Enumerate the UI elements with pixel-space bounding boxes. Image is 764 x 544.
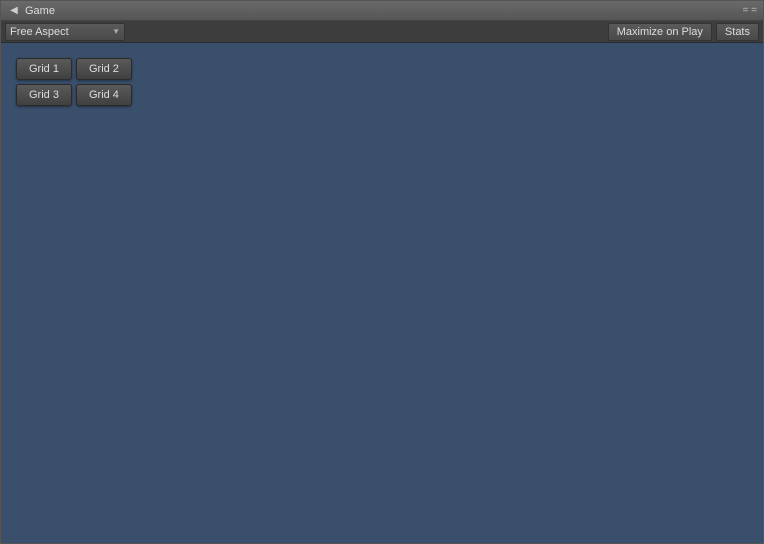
window-title: Game	[25, 5, 743, 17]
grid-4-button[interactable]: Grid 4	[76, 84, 132, 106]
grid-3-button[interactable]: Grid 3	[16, 84, 72, 106]
grid-buttons-container: Grid 1 Grid 2 Grid 3 Grid 4	[16, 58, 132, 106]
title-bar-controls: = =	[743, 5, 757, 16]
stats-button[interactable]: Stats	[716, 23, 759, 41]
unity-game-window: ◀ Game = = Free Aspect ▼ Maximize on Pla…	[0, 0, 764, 544]
aspect-label: Free Aspect	[10, 26, 69, 38]
title-bar: ◀ Game = =	[1, 1, 763, 21]
aspect-dropdown[interactable]: Free Aspect ▼	[5, 23, 125, 41]
window-controls-text: = =	[743, 5, 757, 16]
maximize-label: Maximize on Play	[617, 26, 703, 38]
grid-4-label: Grid 4	[89, 89, 119, 101]
stats-label: Stats	[725, 26, 750, 38]
window-icon: ◀	[7, 4, 21, 18]
toolbar: Free Aspect ▼ Maximize on Play Stats	[1, 21, 763, 43]
grid-1-label: Grid 1	[29, 63, 59, 75]
grid-2-button[interactable]: Grid 2	[76, 58, 132, 80]
grid-2-label: Grid 2	[89, 63, 119, 75]
grid-3-label: Grid 3	[29, 89, 59, 101]
chevron-down-icon: ▼	[112, 27, 120, 36]
game-viewport: Grid 1 Grid 2 Grid 3 Grid 4	[1, 43, 763, 543]
maximize-on-play-button[interactable]: Maximize on Play	[608, 23, 712, 41]
grid-1-button[interactable]: Grid 1	[16, 58, 72, 80]
